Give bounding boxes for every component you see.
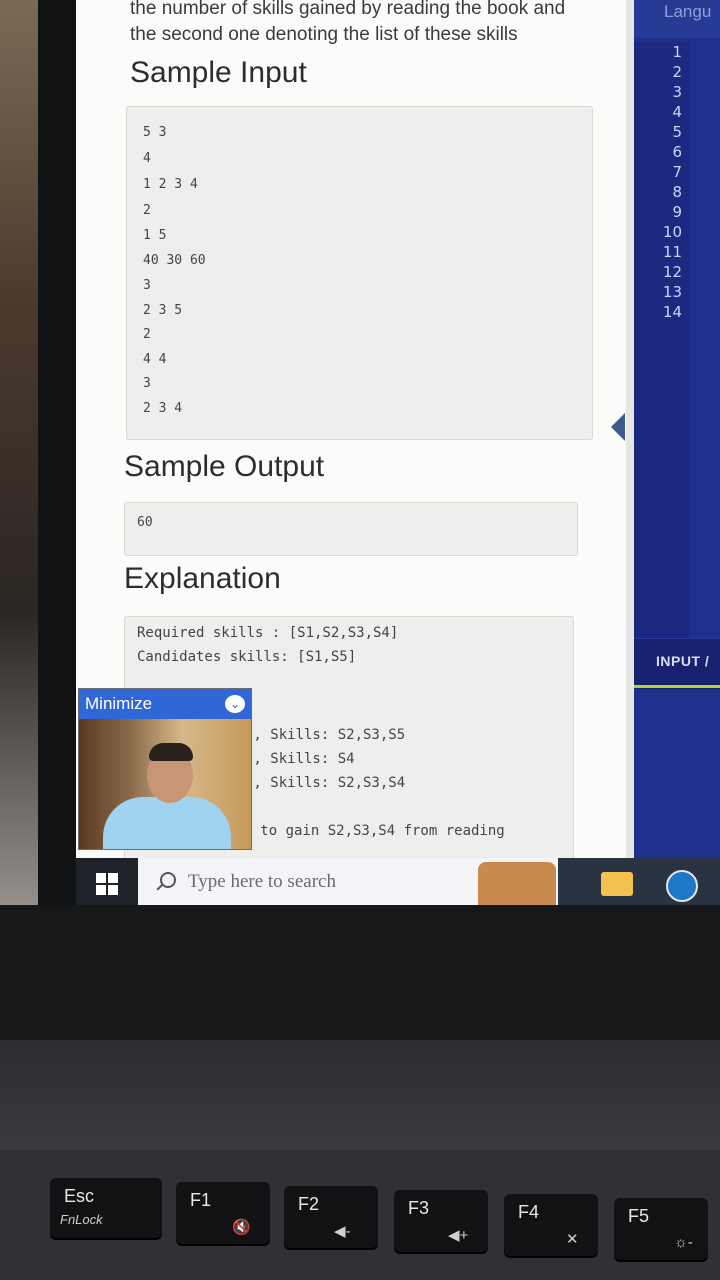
- code-editor-panel[interactable]: Langu 1 2 3 4 5 6 7 8 9 10 11 12 13 14 I…: [634, 0, 720, 860]
- line-number-gutter: 1 2 3 4 5 6 7 8 9 10 11 12 13 14: [634, 42, 690, 642]
- code-line: 40 30 60: [143, 253, 206, 268]
- chevron-down-icon[interactable]: ⌄: [225, 695, 245, 713]
- mute-icon: 🔇: [232, 1219, 251, 1236]
- explanation-line: ed to gain S2,S3,S4 from reading: [235, 823, 505, 839]
- code-line: 2 3 4: [143, 401, 183, 416]
- key-f1[interactable]: F1 🔇: [176, 1182, 270, 1244]
- file-explorer-icon[interactable]: [601, 872, 633, 896]
- language-label[interactable]: Langu: [664, 2, 711, 22]
- webcam-overlay[interactable]: Minimize ⌄: [78, 688, 252, 850]
- editor-header: Langu: [634, 0, 720, 38]
- line-number: 7: [672, 163, 682, 181]
- mic-mute-icon: ✕: [566, 1231, 579, 1248]
- code-line: 5 3: [143, 125, 167, 140]
- sample-input-box: 5 3 4 1 2 3 4 2 1 5 40 30 60 3 2 3 5 2 4…: [126, 106, 593, 440]
- minimize-bar[interactable]: Minimize ⌄: [79, 689, 251, 719]
- intro-text-line1: the number of skills gained by reading t…: [130, 0, 566, 19]
- explanation-line: Candidates skills: [S1,S5]: [137, 649, 357, 665]
- code-line: 1 2 3 4: [143, 177, 198, 192]
- key-label: Esc: [64, 1186, 95, 1206]
- line-number: 5: [672, 123, 682, 141]
- key-label: F1: [190, 1190, 212, 1210]
- panel-divider[interactable]: [626, 0, 634, 860]
- explanation-line: ), Skills: S2,S3,S4: [245, 775, 406, 791]
- person-torso: [103, 797, 231, 849]
- code-line: 4 4: [143, 352, 167, 367]
- line-number: 10: [662, 223, 682, 241]
- laptop-hinge: [0, 1040, 720, 1160]
- screen-bottom-bezel: [0, 905, 720, 1045]
- line-number: 11: [662, 243, 682, 261]
- collapse-arrow-icon[interactable]: [611, 413, 625, 441]
- code-line: 2: [143, 327, 151, 342]
- key-esc[interactable]: Esc FnLock: [50, 1178, 162, 1238]
- key-f3[interactable]: F3 ◀+: [394, 1190, 488, 1252]
- line-number: 3: [672, 83, 682, 101]
- search-placeholder: Type here to search: [188, 871, 336, 892]
- keyboard: Esc FnLock F1 🔇 F2 ◀- F3 ◀+ F4 ✕ F5 ☼-: [0, 1150, 720, 1280]
- input-tab-label[interactable]: INPUT /: [656, 653, 709, 669]
- line-number: 8: [672, 183, 682, 201]
- input-tab-underline: [634, 685, 720, 688]
- line-number: 1: [672, 43, 682, 61]
- minimize-label: Minimize: [85, 694, 153, 713]
- sample-output-value: 60: [137, 515, 153, 530]
- app-icon[interactable]: [666, 870, 698, 902]
- sample-output-box: 60: [124, 502, 578, 556]
- key-f2[interactable]: F2 ◀-: [284, 1186, 378, 1248]
- key-f5[interactable]: F5 ☼-: [614, 1198, 708, 1260]
- sample-output-heading: Sample Output: [124, 450, 325, 483]
- explanation-heading: Explanation: [124, 562, 281, 595]
- line-number: 4: [672, 103, 682, 121]
- volume-down-icon: ◀-: [334, 1223, 351, 1240]
- explanation-line: ), Skills: S2,S3,S5: [245, 727, 406, 743]
- search-highlight-image: [478, 862, 556, 908]
- code-line: 1 5: [143, 228, 167, 243]
- key-label: F4: [518, 1202, 540, 1222]
- line-number: 9: [672, 203, 682, 221]
- volume-up-icon: ◀+: [448, 1227, 469, 1244]
- laptop-screen: the number of skills gained by reading t…: [76, 0, 720, 905]
- explanation-line: Required skills : [S1,S2,S3,S4]: [137, 625, 399, 641]
- key-f4[interactable]: F4 ✕: [504, 1194, 598, 1256]
- code-line: 2: [143, 203, 151, 218]
- brightness-down-icon: ☼-: [674, 1234, 693, 1251]
- start-button[interactable]: [76, 858, 138, 908]
- line-number: 6: [672, 143, 682, 161]
- sample-input-heading: Sample Input: [130, 56, 307, 89]
- windows-taskbar: Type here to search: [76, 858, 720, 908]
- windows-logo-icon: [96, 873, 118, 895]
- key-label: F5: [628, 1206, 650, 1226]
- line-number: 13: [662, 283, 682, 301]
- code-line: 2 3 5: [143, 303, 183, 318]
- input-tab-bar[interactable]: INPUT /: [634, 638, 720, 689]
- code-line: 3: [143, 278, 151, 293]
- taskbar-search-box[interactable]: Type here to search: [138, 858, 558, 908]
- key-sublabel: FnLock: [60, 1212, 103, 1227]
- intro-text-line2: the second one denoting the list of thes…: [130, 24, 518, 45]
- code-line: 3: [143, 376, 151, 391]
- person-hair: [149, 743, 193, 761]
- code-line: 4: [143, 151, 151, 166]
- line-number: 14: [662, 303, 682, 321]
- key-label: F3: [408, 1198, 430, 1218]
- explanation-line: ), Skills: S4: [245, 751, 355, 767]
- line-number: 2: [672, 63, 682, 81]
- search-icon: [160, 872, 176, 888]
- line-number: 12: [662, 263, 682, 281]
- key-label: F2: [298, 1194, 320, 1214]
